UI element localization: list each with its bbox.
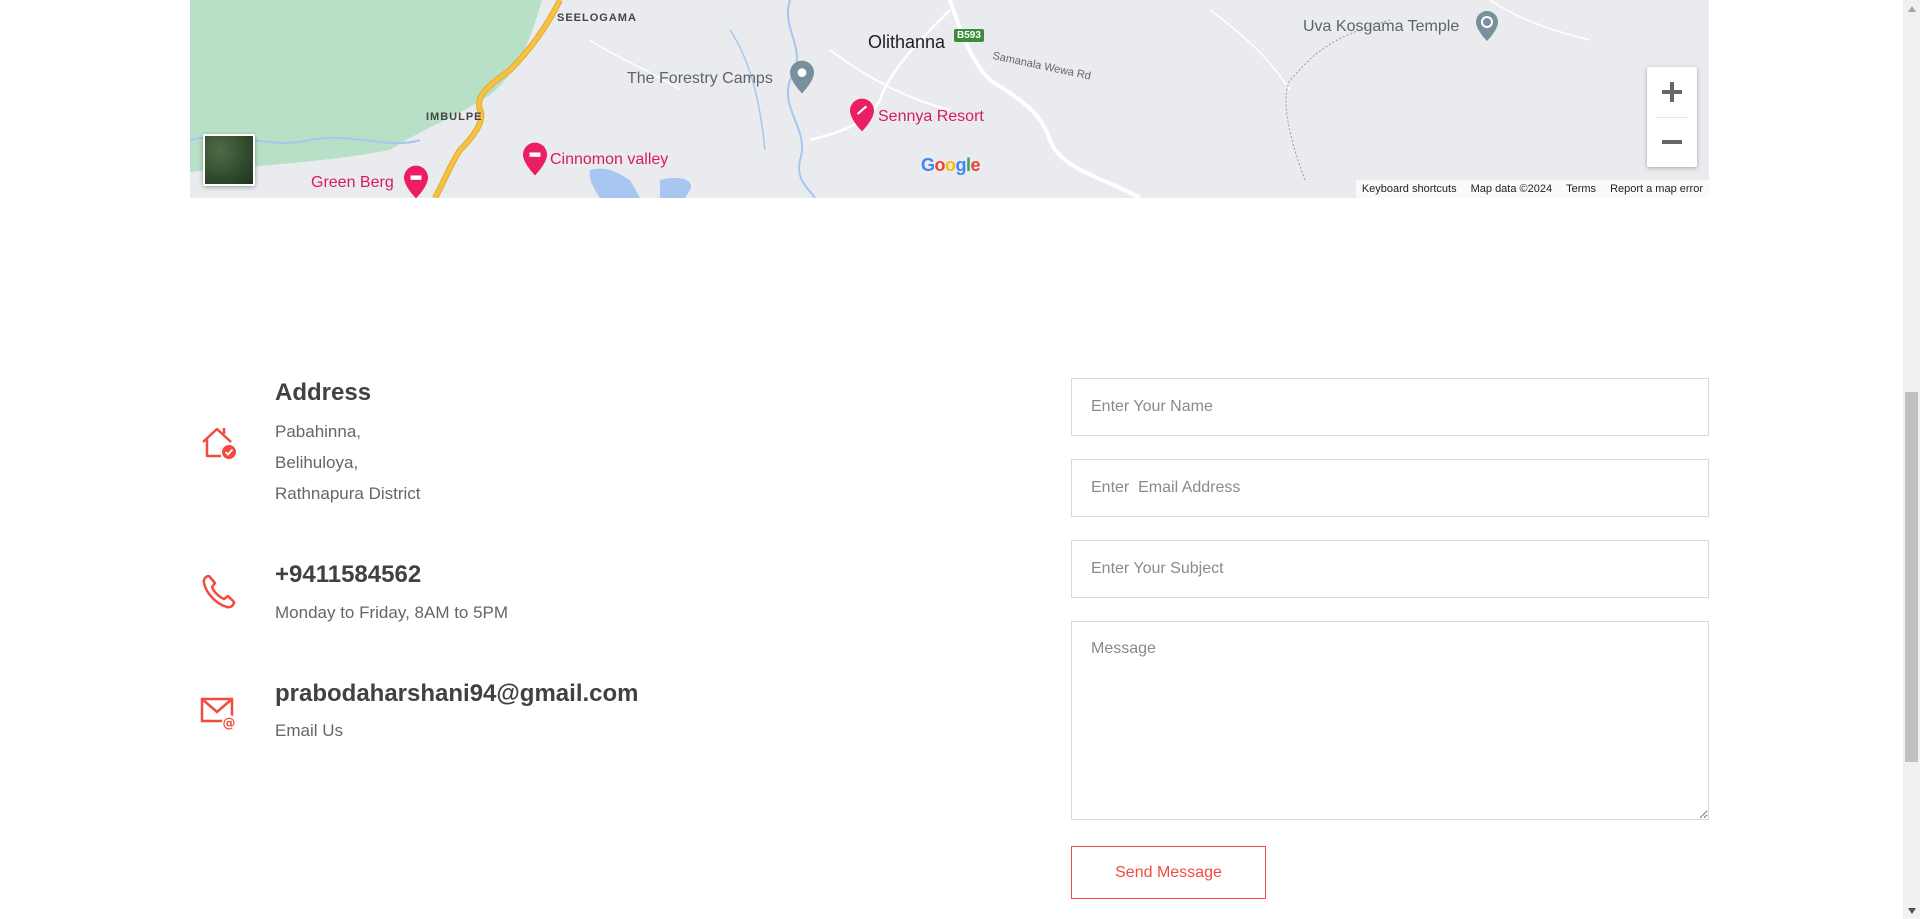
map-label-imbulpe: IMBULPE <box>426 111 483 123</box>
map-label-forestry-camps[interactable]: The Forestry Camps <box>627 70 773 88</box>
scrollbar-thumb[interactable] <box>1905 392 1918 762</box>
email-icon: @ <box>199 692 239 732</box>
terms-link[interactable]: Terms <box>1566 183 1596 195</box>
email-field[interactable] <box>1071 459 1709 517</box>
page-scrollbar[interactable] <box>1903 0 1920 919</box>
phone-icon <box>199 572 239 612</box>
map-label-olithanna: Olithanna <box>868 32 946 52</box>
hotel-pin-icon[interactable] <box>523 142 547 181</box>
google-logo: Google <box>921 155 981 175</box>
address-line-1: Pabahinna, <box>275 422 362 441</box>
address-line-3: Rathnapura District <box>275 484 421 503</box>
phone-hours: Monday to Friday, 8AM to 5PM <box>275 603 509 622</box>
location-map[interactable]: SEELOGAMA Olithanna B593 Samanala Wewa R… <box>190 0 1709 198</box>
map-data-label: Map data ©2024 <box>1470 183 1553 195</box>
home-icon <box>199 422 239 462</box>
keyboard-shortcuts-link[interactable]: Keyboard shortcuts <box>1362 183 1457 195</box>
plus-icon <box>1662 82 1682 102</box>
map-attribution: Keyboard shortcuts Map data ©2024 Terms … <box>1355 180 1709 198</box>
hotel-pin-icon[interactable] <box>404 165 428 198</box>
zoom-in-button[interactable] <box>1647 67 1697 117</box>
send-message-button[interactable]: Send Message <box>1071 846 1266 899</box>
zoom-out-button[interactable] <box>1647 117 1697 167</box>
address-line-2: Belihuloya, <box>275 453 359 472</box>
temple-pin-icon[interactable] <box>1476 11 1498 46</box>
resort-pin-icon[interactable] <box>850 98 874 137</box>
satellite-layer-toggle[interactable] <box>203 134 255 186</box>
map-label-sennya-resort[interactable]: Sennya Resort <box>878 108 984 126</box>
name-field[interactable] <box>1071 378 1709 436</box>
forestry-pin-icon[interactable] <box>790 60 814 99</box>
svg-text:@: @ <box>223 716 236 731</box>
map-label-green-berg[interactable]: Green Berg <box>311 174 394 192</box>
phone-number[interactable]: +9411584562 <box>275 561 421 589</box>
map-label-uva-kosgama-temple[interactable]: Uva Kosgama Temple <box>1303 18 1459 36</box>
report-map-error-link[interactable]: Report a map error <box>1610 183 1703 195</box>
minus-icon <box>1662 140 1682 144</box>
scroll-down-arrow-icon[interactable] <box>1903 902 1920 919</box>
email-address[interactable]: prabodaharshani94@gmail.com <box>275 680 639 708</box>
map-label-cinnomon-valley[interactable]: Cinnomon valley <box>550 151 668 169</box>
zoom-control <box>1647 67 1697 167</box>
message-field[interactable] <box>1071 621 1709 820</box>
email-us-label: Email Us <box>275 721 344 740</box>
address-title: Address <box>275 379 372 406</box>
road-badge: B593 <box>954 29 984 42</box>
subject-field[interactable] <box>1071 540 1709 598</box>
map-label-seelogama: SEELOGAMA <box>557 12 637 24</box>
scroll-up-arrow-icon[interactable] <box>1903 0 1920 17</box>
